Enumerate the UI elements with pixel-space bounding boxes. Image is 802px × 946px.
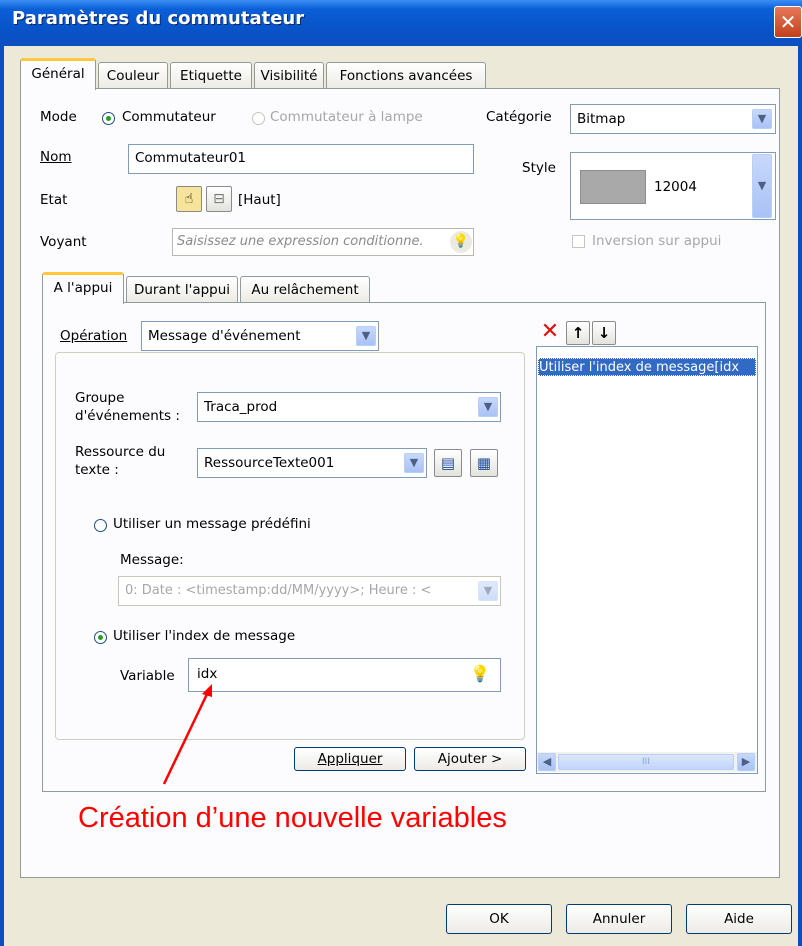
help-label: Aide [724,911,754,927]
move-down-button[interactable]: ↓ [592,321,616,345]
predefini-label: Utiliser un message prédéfini [113,516,311,532]
style-dropdown-arrow-icon[interactable]: ▼ [752,154,772,218]
tab-visibilite[interactable]: Visibilité [254,62,324,88]
ressource-label-line1: Ressource du [75,444,166,460]
ajouter-button[interactable]: Ajouter > [414,747,526,771]
tab-durant-lappui[interactable]: Durant l'appui [126,276,238,302]
lightbulb-icon[interactable]: 💡 [470,664,490,683]
style-label: Style [522,160,556,176]
dropdown-arrow-icon[interactable]: ▼ [752,109,772,129]
scroll-thumb[interactable]: III [558,754,734,770]
appliquer-label: Appliquer [317,751,383,767]
annotation-text: Création d’une nouvelle variables [78,802,507,834]
hand-switch-icon: ☝ [184,191,194,207]
message-dropdown-arrow-icon[interactable]: ▼ [478,581,498,601]
delete-icon: ✕ [540,319,560,344]
window-frame-right [798,46,802,946]
index-label: Utiliser l'index de message [113,628,296,644]
message-label: Message: [120,552,184,568]
nom-input[interactable]: Commutateur01 [128,144,474,174]
cancel-label: Annuler [592,911,646,927]
title-bar: Paramètres du commutateur ✕ [0,0,802,46]
ressource-select[interactable]: RessourceTexte001 [197,448,427,478]
tab-couleur[interactable]: Couleur [98,62,168,88]
categorie-label: Catégorie [486,109,552,125]
mode-commutateur-radio[interactable] [102,112,115,125]
arrow-down-icon: ↓ [597,324,611,342]
tab-a-lappui[interactable]: A l'appui [42,272,124,304]
close-button[interactable]: ✕ [774,6,802,38]
style-swatch [580,170,646,204]
groupe-label-line1: Groupe [75,390,125,406]
list-item[interactable]: Utiliser l'index de message[idx [538,358,756,376]
lightbulb-icon[interactable]: 💡 [450,231,472,253]
inversion-label: Inversion sur appui [592,233,722,249]
scroll-left-button[interactable]: ◀ [538,753,556,771]
groupe-dropdown-arrow-icon[interactable]: ▼ [478,397,498,417]
ressource-label-line2: texte : [75,462,119,478]
tab-etiquette[interactable]: Etiquette [170,62,252,88]
new-resource-button[interactable]: ▦ [470,449,498,477]
etat-value: [Haut] [238,192,281,208]
mode-label: Mode [40,109,77,125]
tab-general[interactable]: Général [20,58,96,90]
mode-commutateur-lampe-label: Commutateur à lampe [270,109,423,125]
etat-down-button[interactable]: ⊟ [206,186,232,212]
radio-selected-dot [106,116,111,121]
help-button[interactable]: Aide [686,904,792,934]
scroll-right-button[interactable]: ▶ [737,753,755,771]
arrow-up-icon: ↑ [571,324,585,342]
tab-fonctions-avancees[interactable]: Fonctions avancées [326,62,486,88]
nom-label: Nom [40,149,72,165]
etat-up-button[interactable]: ☝ [176,186,202,212]
switch-icon: ⊟ [213,191,225,207]
ajouter-label: Ajouter > [437,751,503,767]
annotation-arrow [162,684,212,785]
window-title: Paramètres du commutateur [12,8,305,29]
message-select[interactable]: 0: Date : <timestamp:dd/MM/yyyy>; Heure … [118,576,501,606]
appliquer-button[interactable]: Appliquer [294,747,406,771]
etat-label: Etat [40,192,68,208]
voyant-label: Voyant [40,234,87,250]
index-radio[interactable] [94,631,107,644]
categorie-select[interactable]: Bitmap [570,104,776,134]
style-value: 12004 [654,179,697,195]
predefini-radio[interactable] [94,519,107,532]
new-resource-icon: ▦ [476,454,492,472]
text-resource-icon: ▤ [440,454,456,472]
tab-au-relachement[interactable]: Au relâchement [240,276,370,302]
ressource-dropdown-arrow-icon[interactable]: ▼ [404,453,424,473]
operation-dropdown-arrow-icon[interactable]: ▼ [356,326,376,346]
annotation-arrow-head [202,684,212,697]
mode-commutateur-label: Commutateur [122,109,216,125]
groupe-label-line2: d'événements : [75,408,180,424]
cancel-button[interactable]: Annuler [566,904,672,934]
text-resource-button[interactable]: ▤ [434,449,462,477]
voyant-input[interactable]: Saisissez une expression conditionne. [172,228,474,256]
variable-input[interactable]: idx [188,658,501,692]
action-list[interactable] [536,346,758,774]
delete-button[interactable]: ✕ [538,321,562,345]
mode-commutateur-lampe-radio[interactable] [252,112,265,125]
close-icon: ✕ [779,10,797,34]
groupe-select[interactable]: Traca_prod [197,392,501,422]
move-up-button[interactable]: ↑ [566,321,590,345]
ok-label: OK [489,911,509,927]
inversion-checkbox[interactable] [572,235,585,248]
operation-label: Opération [60,328,128,344]
window-frame-left [0,46,4,946]
operation-select[interactable]: Message d'événement [141,321,379,351]
ok-button[interactable]: OK [446,904,552,934]
annotation-arrow-line [162,691,210,785]
radio-selected-dot [98,635,103,640]
